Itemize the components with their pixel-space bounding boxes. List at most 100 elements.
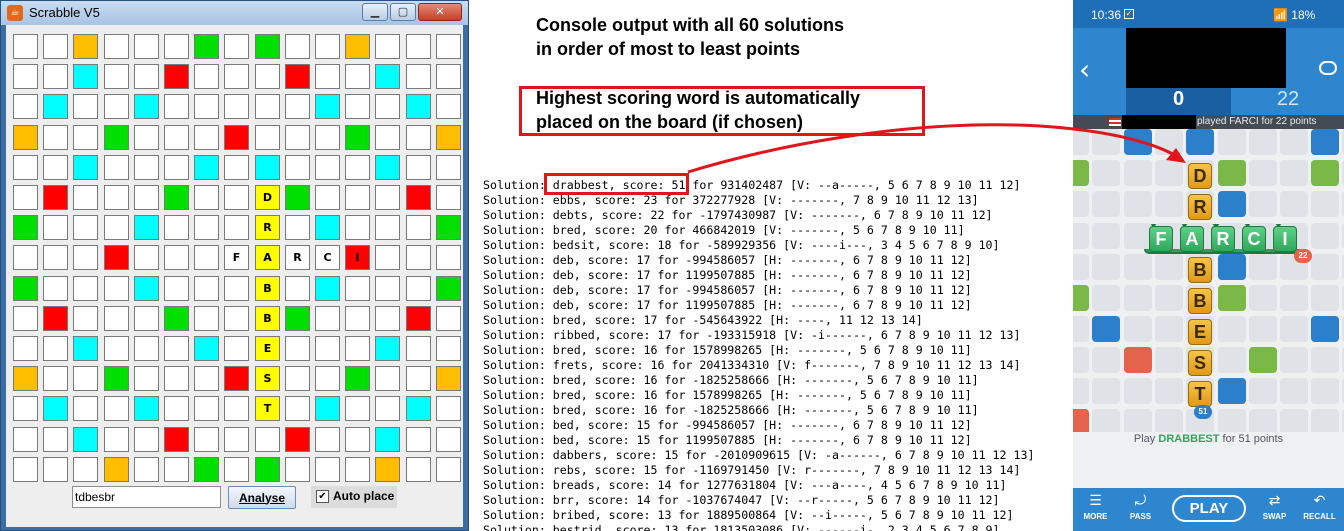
board-cell[interactable] <box>345 94 370 119</box>
board-cell[interactable] <box>406 306 431 331</box>
board-cell[interactable] <box>315 427 340 452</box>
board-cell[interactable] <box>104 336 129 361</box>
board-cell[interactable] <box>224 94 249 119</box>
board-cell[interactable] <box>13 185 38 210</box>
board-cell[interactable] <box>104 306 129 331</box>
board-cell[interactable] <box>164 34 189 59</box>
board-cell[interactable] <box>164 276 189 301</box>
game-cell[interactable] <box>1092 254 1120 280</box>
game-cell[interactable] <box>1073 254 1089 280</box>
board-cell[interactable] <box>13 366 38 391</box>
board-cell[interactable] <box>43 125 68 150</box>
board-cell[interactable] <box>375 336 400 361</box>
board-cell[interactable] <box>164 396 189 421</box>
game-cell[interactable] <box>1073 191 1089 217</box>
board-cell[interactable] <box>345 155 370 180</box>
game-cell[interactable] <box>1073 347 1089 373</box>
board-cell[interactable] <box>224 155 249 180</box>
board-cell[interactable] <box>375 306 400 331</box>
board-cell[interactable] <box>13 306 38 331</box>
game-cell[interactable] <box>1092 347 1120 373</box>
game-cell[interactable] <box>1155 191 1183 217</box>
game-cell[interactable] <box>1280 409 1308 432</box>
board-cell[interactable] <box>13 94 38 119</box>
board-tile-d[interactable]: D <box>255 185 280 210</box>
board-cell[interactable] <box>43 396 68 421</box>
board-cell[interactable] <box>285 396 310 421</box>
board-cell[interactable] <box>73 94 98 119</box>
board-cell[interactable] <box>104 427 129 452</box>
suggested-tile[interactable]: B <box>1188 257 1212 283</box>
game-cell[interactable] <box>1092 191 1120 217</box>
board-cell[interactable] <box>73 125 98 150</box>
game-cell[interactable] <box>1311 223 1339 249</box>
suggested-tile[interactable]: B <box>1188 288 1212 314</box>
board-cell[interactable] <box>13 215 38 240</box>
board-cell[interactable] <box>13 276 38 301</box>
game-cell[interactable] <box>1155 347 1183 373</box>
board-cell[interactable] <box>436 336 461 361</box>
suggested-tile[interactable]: T <box>1188 381 1212 407</box>
game-cell[interactable] <box>1124 223 1152 249</box>
board-cell[interactable] <box>224 457 249 482</box>
board-cell[interactable] <box>13 427 38 452</box>
board-cell[interactable] <box>164 155 189 180</box>
board-cell[interactable] <box>224 64 249 89</box>
board-cell[interactable] <box>73 457 98 482</box>
board-cell[interactable] <box>104 185 129 210</box>
board-cell[interactable] <box>255 457 280 482</box>
board-cell[interactable] <box>345 336 370 361</box>
suggested-tile[interactable]: E <box>1188 319 1212 345</box>
board-cell[interactable] <box>436 94 461 119</box>
board-cell[interactable] <box>104 276 129 301</box>
board-cell[interactable] <box>345 306 370 331</box>
board-cell[interactable] <box>375 276 400 301</box>
game-cell[interactable] <box>1249 160 1277 186</box>
board-tile-t[interactable]: T <box>255 396 280 421</box>
board-cell[interactable] <box>164 457 189 482</box>
board-cell[interactable] <box>73 215 98 240</box>
board-cell[interactable] <box>134 457 159 482</box>
board-cell[interactable] <box>285 64 310 89</box>
game-cell[interactable] <box>1124 254 1152 280</box>
board-cell[interactable] <box>73 276 98 301</box>
board-cell[interactable] <box>13 245 38 270</box>
board-cell[interactable] <box>194 396 219 421</box>
board-cell[interactable] <box>436 34 461 59</box>
board-cell[interactable] <box>375 64 400 89</box>
board-cell[interactable] <box>73 155 98 180</box>
board-tile-s[interactable]: S <box>255 366 280 391</box>
board-cell[interactable] <box>255 427 280 452</box>
game-cell[interactable] <box>1092 378 1120 404</box>
play-button[interactable]: PLAY <box>1172 495 1246 522</box>
board-cell[interactable] <box>285 457 310 482</box>
board-cell[interactable] <box>134 427 159 452</box>
board-cell[interactable] <box>134 215 159 240</box>
board-cell[interactable] <box>194 185 219 210</box>
more-button[interactable]: ☰ MORE <box>1073 488 1118 531</box>
board-cell[interactable] <box>375 427 400 452</box>
board-cell[interactable] <box>73 185 98 210</box>
board-cell[interactable] <box>345 34 370 59</box>
swap-button[interactable]: ⇄ SWAP <box>1252 488 1297 531</box>
game-cell[interactable] <box>1249 409 1277 432</box>
board-cell[interactable] <box>406 366 431 391</box>
board-cell[interactable] <box>104 366 129 391</box>
board-cell[interactable] <box>224 336 249 361</box>
game-cell[interactable] <box>1249 191 1277 217</box>
board-cell[interactable] <box>406 64 431 89</box>
back-arrow-icon[interactable]: ‹ <box>1079 56 1090 84</box>
board-cell[interactable] <box>406 245 431 270</box>
board-cell[interactable] <box>406 185 431 210</box>
board-cell[interactable] <box>436 155 461 180</box>
board-cell[interactable] <box>13 155 38 180</box>
board-cell[interactable] <box>375 457 400 482</box>
board-cell[interactable] <box>134 336 159 361</box>
board-cell[interactable] <box>104 457 129 482</box>
board-cell[interactable] <box>13 125 38 150</box>
game-cell[interactable] <box>1249 316 1277 342</box>
game-cell[interactable] <box>1218 129 1246 155</box>
board-cell[interactable] <box>315 155 340 180</box>
board-cell[interactable] <box>224 396 249 421</box>
board-cell[interactable] <box>224 306 249 331</box>
